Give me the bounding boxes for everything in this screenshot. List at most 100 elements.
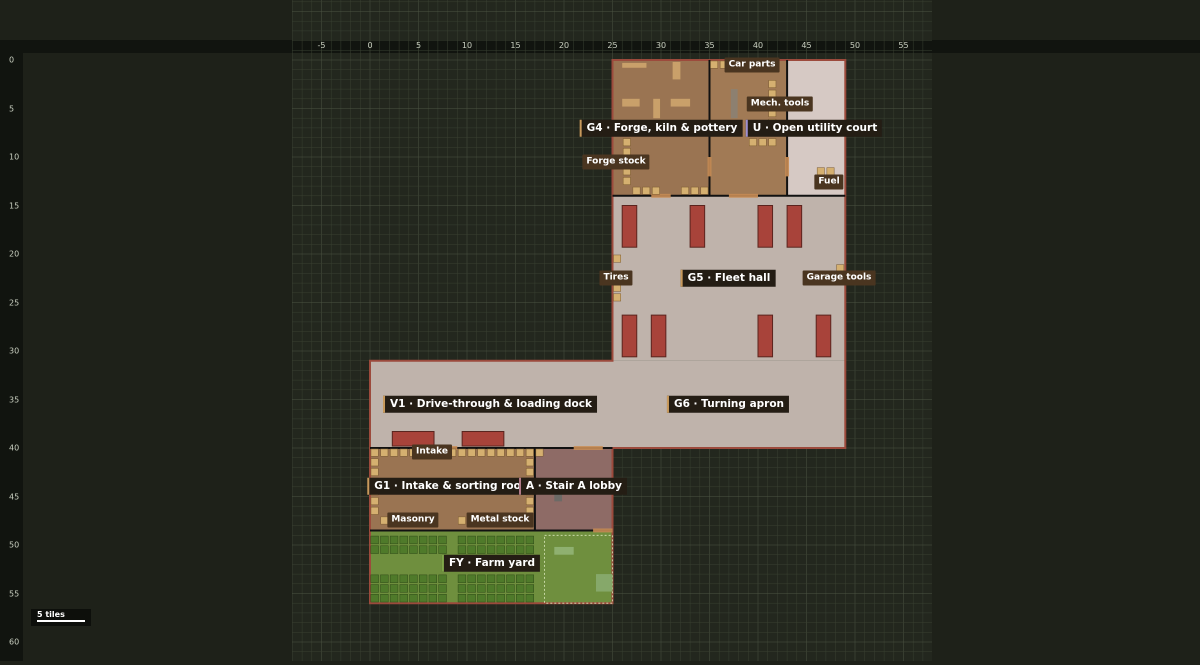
scale-bar-line — [37, 620, 85, 622]
ruler-x-tick: 10 — [461, 41, 473, 50]
ruler-y-tick: 50 — [9, 540, 20, 550]
farm-plot-12 — [496, 535, 505, 545]
farm-plot-32 — [370, 574, 379, 583]
farm-trough — [554, 546, 574, 555]
farm-plot-53 — [419, 584, 428, 593]
vehicle-hall-2 — [650, 314, 667, 358]
farm-plot-10 — [477, 535, 486, 545]
farm-plot-72 — [457, 594, 467, 603]
farm-plot-36 — [409, 574, 418, 583]
farm-plot-25 — [467, 545, 476, 554]
ruler-x-tick: -5 — [317, 41, 326, 50]
door-g4-east — [707, 157, 712, 177]
room-label-g6: G6 · Turning apron — [666, 395, 790, 413]
room-label-g1: G1 · Intake & sorting room — [367, 477, 537, 495]
farm-plot-20 — [409, 545, 418, 554]
crate-intake-11 — [496, 448, 505, 457]
farm-plot-28 — [496, 545, 505, 554]
farm-plot-11 — [486, 535, 496, 545]
room-label-v1: V1 · Drive-through & loading dock — [383, 395, 597, 413]
bench-forge-1 — [622, 62, 647, 68]
farm-plot-19 — [399, 545, 408, 554]
stockpile-label-forge-stock: Forge stock — [582, 154, 650, 170]
ruler-x-tick: 40 — [752, 41, 764, 50]
farm-plot-59 — [486, 584, 496, 593]
farm-plot-40 — [457, 574, 467, 583]
farm-plot-73 — [467, 594, 476, 603]
farm-plot-17 — [380, 545, 389, 554]
stockpile-label-tires: Tires — [599, 270, 633, 286]
farm-plot-70 — [428, 594, 437, 603]
farm-plot-29 — [506, 545, 515, 554]
vehicle-hall-1 — [621, 314, 638, 358]
ruler-x-tick: 45 — [801, 41, 812, 50]
crate-garage-2 — [768, 80, 777, 88]
farm-plot-65 — [380, 594, 389, 603]
ruler-bar-left — [0, 53, 23, 661]
farm-plot-48 — [370, 584, 379, 593]
crate-forge-stock-7 — [681, 186, 689, 195]
vehicle-hall-3 — [757, 314, 774, 358]
crate-tires-0 — [613, 254, 621, 263]
farm-plot-57 — [467, 584, 476, 593]
farm-plot-43 — [486, 574, 496, 583]
farm-plot-67 — [399, 594, 408, 603]
crate-garage-8 — [758, 138, 767, 147]
bench-forge-4 — [653, 98, 661, 119]
ruler-x-tick: 25 — [607, 41, 618, 50]
farm-plot-35 — [399, 574, 408, 583]
map-viewport[interactable] — [0, 0, 1200, 661]
farm-plot-79 — [525, 594, 534, 603]
farm-plot-69 — [419, 594, 428, 603]
crate-g1-east-1 — [525, 468, 534, 476]
farm-plot-15 — [525, 535, 534, 545]
farm-plot-33 — [380, 574, 389, 583]
farm-plot-58 — [477, 584, 486, 593]
farm-plot-66 — [389, 594, 399, 603]
map-canvas[interactable] — [0, 0, 1200, 661]
ruler-y-tick: 30 — [9, 346, 20, 356]
ruler-y-tick: 5 — [9, 104, 15, 113]
farm-plot-47 — [525, 574, 534, 583]
farm-plot-68 — [409, 594, 418, 603]
crate-garage-7 — [749, 138, 757, 147]
farm-plot-4 — [409, 535, 418, 545]
scale-bar-label: 5 tiles — [37, 610, 65, 619]
bench-forge-5 — [670, 98, 691, 107]
stockpile-label-metal-stock: Metal stock — [466, 512, 534, 528]
crate-intake-0 — [370, 448, 379, 457]
ruler-x-tick: 30 — [655, 41, 667, 50]
stockpile-label-masonry: Masonry — [387, 512, 439, 528]
farm-plot-21 — [419, 545, 428, 554]
crate-forge-stock-3 — [622, 177, 631, 185]
farm-plot-2 — [389, 535, 399, 545]
crate-intake-10 — [487, 448, 495, 457]
farm-plot-8 — [457, 535, 467, 545]
crate-forge-stock-4 — [632, 186, 641, 195]
ruler-y-tick: 35 — [9, 395, 20, 404]
ruler-y-tick: 20 — [9, 249, 20, 259]
ruler-y-tick: 25 — [9, 298, 20, 307]
farm-plot-51 — [399, 584, 408, 593]
farm-well — [596, 574, 613, 592]
crate-garage-0 — [710, 60, 718, 69]
farm-plot-77 — [506, 594, 515, 603]
crate-intake-2 — [390, 448, 398, 457]
crate-intake-14 — [525, 448, 534, 457]
crate-forge-stock-8 — [690, 186, 699, 195]
farm-plot-52 — [409, 584, 418, 593]
ruler-x-tick: 0 — [367, 41, 373, 50]
farm-plot-63 — [525, 584, 534, 593]
farm-plot-24 — [457, 545, 467, 554]
farm-plot-74 — [477, 594, 486, 603]
farm-plot-0 — [370, 535, 379, 545]
room-label-u: U · Open utility court — [745, 119, 883, 137]
crate-g1-west-5 — [370, 506, 379, 515]
door-a-north — [573, 446, 603, 450]
farm-plot-54 — [428, 584, 437, 593]
door-storage-south — [728, 193, 758, 198]
crate-intake-1 — [380, 448, 389, 457]
farm-plot-38 — [428, 574, 437, 583]
ruler-y-tick: 15 — [9, 201, 20, 210]
crate-intake-7 — [458, 448, 466, 457]
